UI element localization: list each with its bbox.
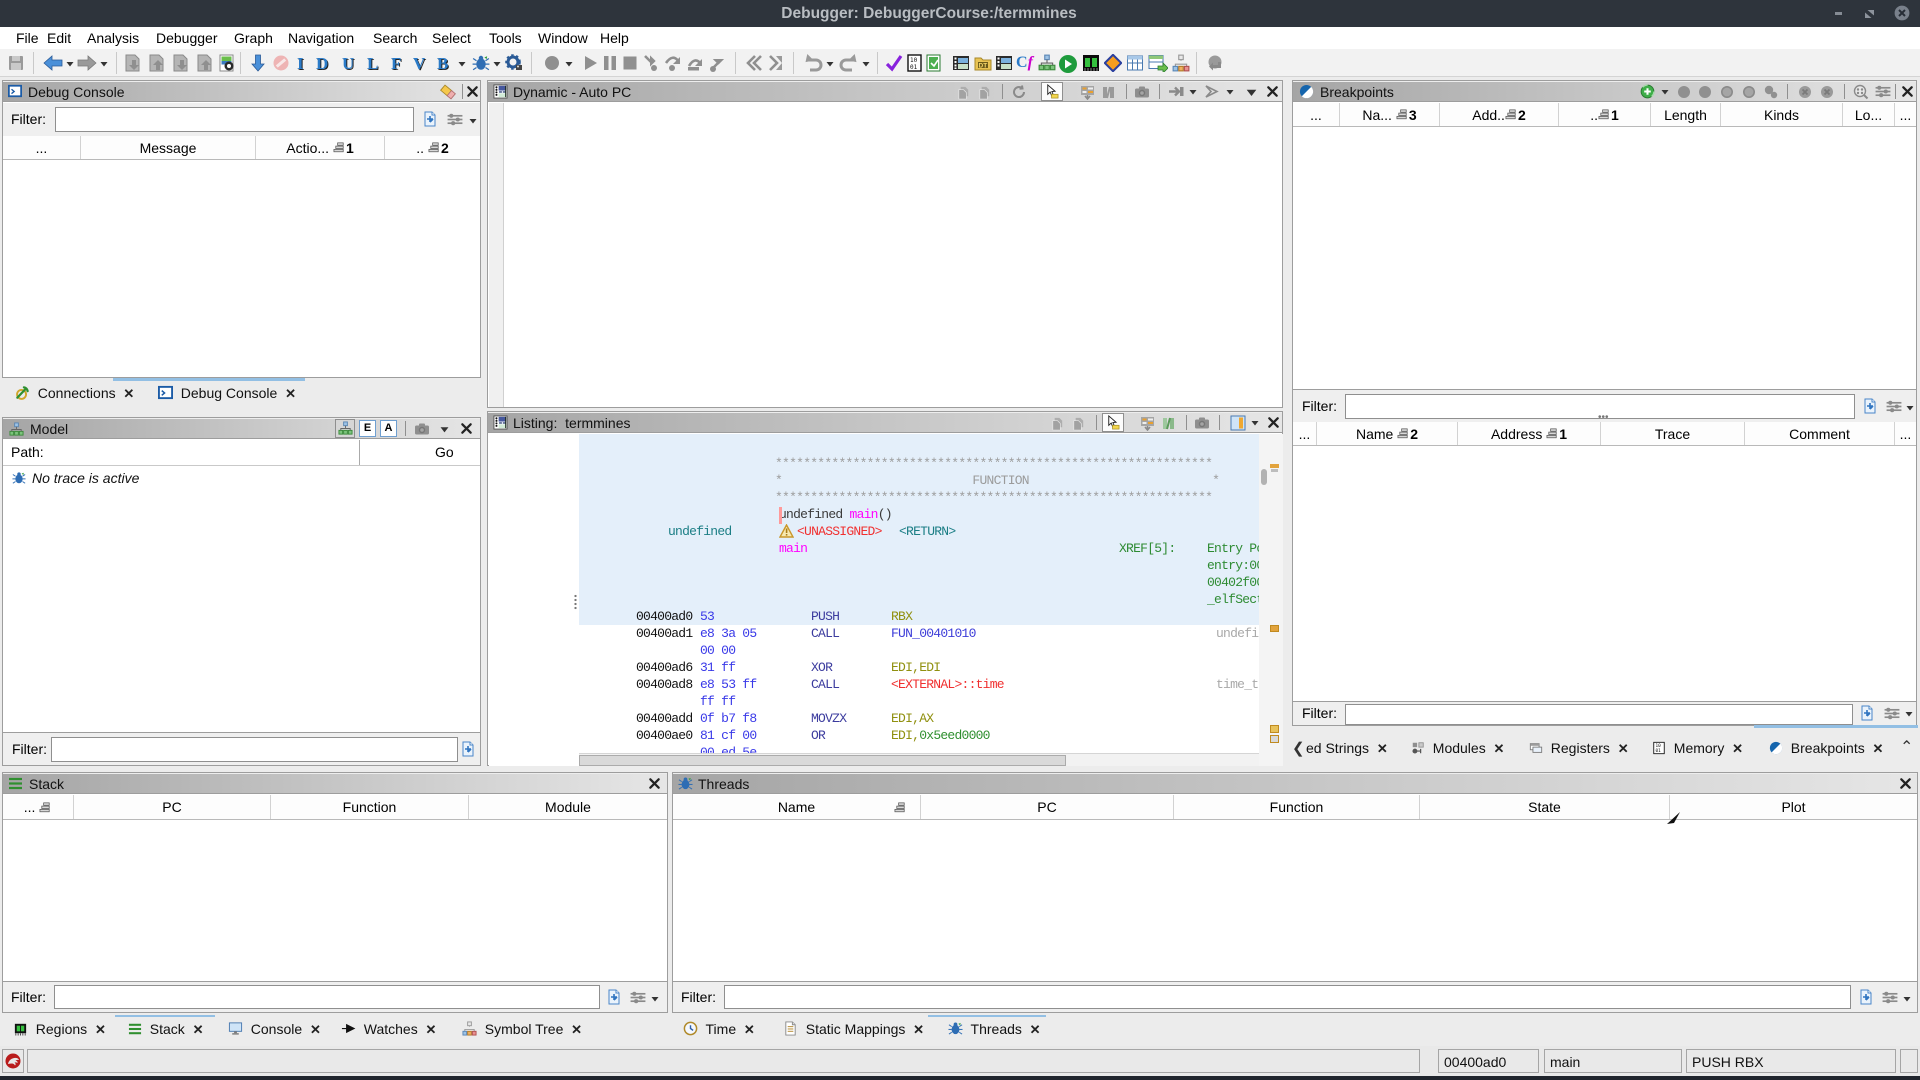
svg-text:01: 01 <box>910 64 918 71</box>
svg-text:DT: DT <box>979 63 988 70</box>
svg-text:10: 10 <box>910 57 918 64</box>
